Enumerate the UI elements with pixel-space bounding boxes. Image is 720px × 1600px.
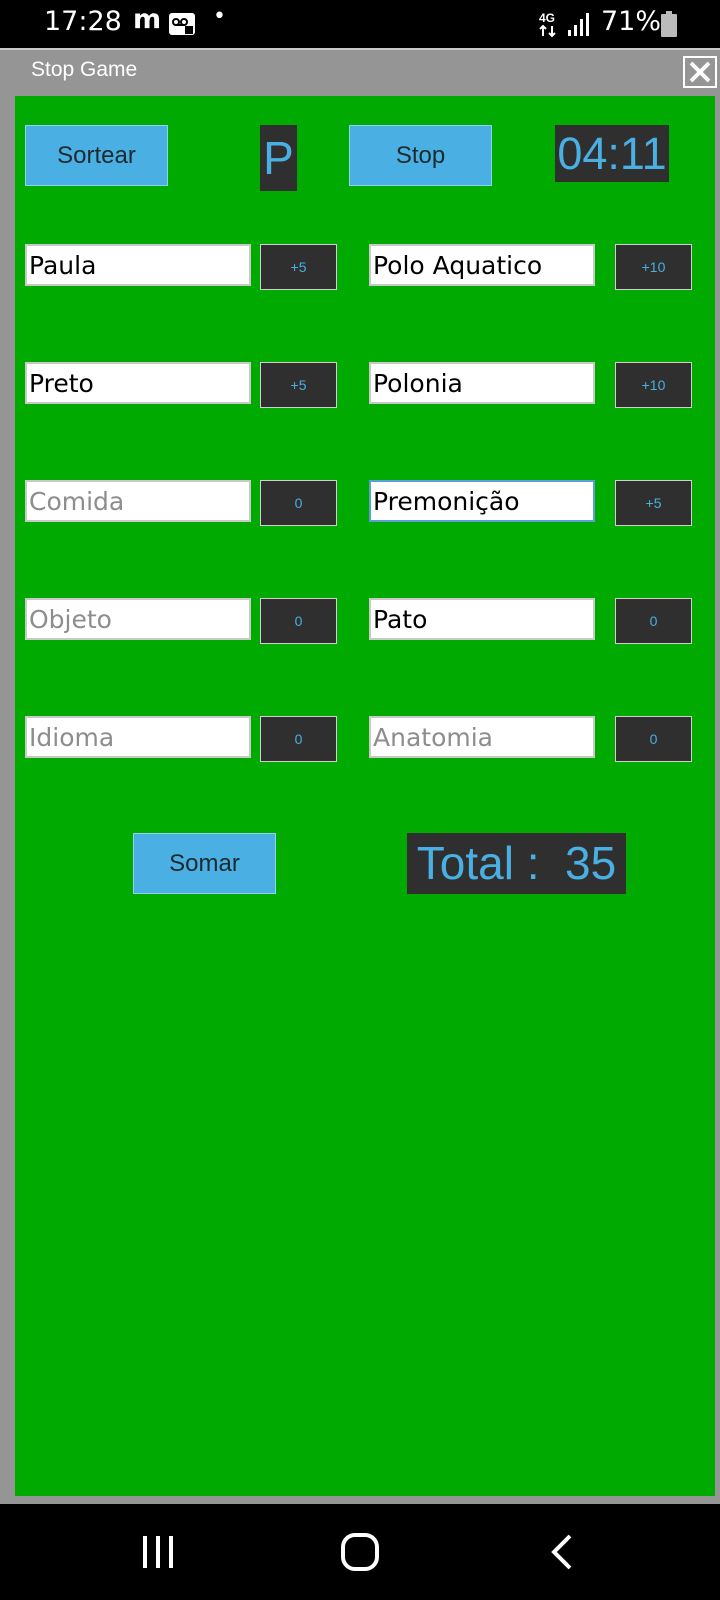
- score-idioma: 0: [260, 716, 337, 762]
- close-button[interactable]: [683, 56, 717, 88]
- field-esporte[interactable]: [369, 244, 595, 286]
- score-anatomia: 0: [615, 716, 692, 762]
- network-4g-icon: 4G: [539, 11, 556, 38]
- field-palavra[interactable]: [369, 480, 595, 522]
- signal-icon: [568, 13, 589, 36]
- game-area: Sortear P Stop 04:11 +5 +10 +5 +10 0 +5 …: [15, 96, 715, 1496]
- drawn-letter: P: [260, 125, 297, 191]
- field-comida[interactable]: [25, 480, 251, 522]
- score-cor: +5: [260, 362, 337, 408]
- navigation-bar: [0, 1504, 720, 1600]
- score-nome: +5: [260, 244, 337, 290]
- total-score: Total : 35: [407, 833, 626, 894]
- carrier-app-icon: m: [133, 4, 162, 35]
- network-label: 4G: [539, 11, 555, 25]
- score-comida: 0: [260, 480, 337, 526]
- score-pais: +10: [615, 362, 692, 408]
- back-icon[interactable]: [548, 1534, 578, 1570]
- field-pais[interactable]: [369, 362, 595, 404]
- stop-game-window: Stop Game Sortear P Stop 04:11 +5 +10 +5…: [0, 48, 720, 1504]
- status-time: 17:28: [44, 6, 122, 37]
- voicemail-icon: [169, 13, 195, 35]
- field-idioma[interactable]: [25, 716, 251, 758]
- home-icon[interactable]: [340, 1532, 380, 1572]
- somar-button[interactable]: Somar: [133, 833, 276, 894]
- recent-apps-icon[interactable]: [138, 1534, 178, 1570]
- field-nome[interactable]: [25, 244, 251, 286]
- score-animal: 0: [615, 598, 692, 644]
- field-cor[interactable]: [25, 362, 251, 404]
- score-palavra: +5: [615, 480, 692, 526]
- stop-label: Stop: [395, 142, 446, 169]
- notification-dot: •: [213, 4, 226, 29]
- stop-button[interactable]: Stop: [349, 125, 492, 186]
- sortear-label: Sortear: [57, 142, 136, 169]
- timer: 04:11: [555, 125, 669, 182]
- field-objeto[interactable]: [25, 598, 251, 640]
- score-esporte: +10: [615, 244, 692, 290]
- status-bar: 17:28 m • 4G 71%: [0, 0, 720, 48]
- battery-percentage: 71%: [601, 6, 662, 37]
- score-objeto: 0: [260, 598, 337, 644]
- field-animal[interactable]: [369, 598, 595, 640]
- close-icon: [689, 61, 711, 83]
- window-title: Stop Game: [31, 58, 138, 81]
- battery-icon: [661, 11, 677, 37]
- sortear-button[interactable]: Sortear: [25, 125, 168, 186]
- field-anatomia[interactable]: [369, 716, 595, 758]
- somar-label: Somar: [169, 850, 240, 877]
